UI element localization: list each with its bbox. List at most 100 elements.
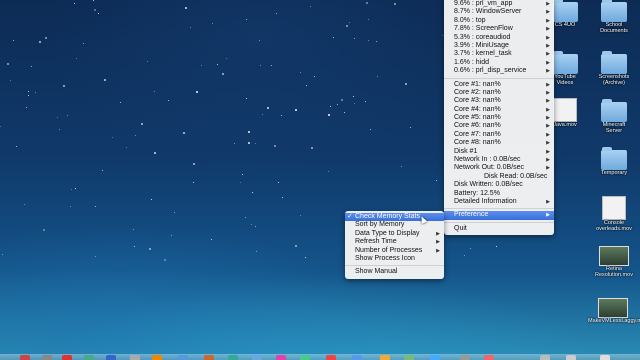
menu-item-process[interactable]: 3.7% : kernel_task ▶ (444, 50, 554, 58)
dock-app-icon[interactable] (106, 355, 116, 360)
dock-app-icon[interactable] (352, 355, 362, 360)
dock-app-icon[interactable] (42, 355, 52, 360)
desktop-icon-label: School Documents (600, 22, 628, 34)
chevron-right-icon: ▶ (546, 98, 550, 105)
menu-item-process[interactable]: 9.6% : prl_vm_app ▶ (444, 0, 554, 8)
dock-app-icon[interactable] (152, 355, 162, 360)
dock-app-icon[interactable] (276, 355, 286, 360)
menu-item-process[interactable]: 1.6% : hidd ▶ (444, 59, 554, 67)
menu-item-process[interactable]: 3.9% : MiniUsage ▶ (444, 42, 554, 50)
dock-app-icon[interactable] (20, 355, 30, 360)
submenu-item-data-type-to-display[interactable]: Data Type to Display ▶ (345, 230, 444, 238)
star (256, 251, 257, 252)
star (183, 132, 185, 134)
submenu-item-number-of-processes[interactable]: Number of Processes ▶ (345, 247, 444, 255)
star (377, 76, 378, 77)
desktop-icon-school-documents[interactable]: School Documents (594, 0, 634, 34)
dock-app-icon[interactable] (62, 355, 72, 360)
menu-item-preference[interactable]: Preference ▶ (444, 211, 554, 220)
dock-app-icon[interactable] (326, 355, 336, 360)
star (226, 58, 227, 59)
submenu-item-refresh-time[interactable]: Refresh Time ▶ (345, 238, 444, 246)
menu-item-process[interactable]: 8.0% : top ▶ (444, 17, 554, 25)
menu-item-core-2[interactable]: Core #2: nan% ▶ (444, 89, 554, 97)
dock-app-icon[interactable] (404, 355, 414, 360)
submenu-item-show-process-icon[interactable]: Show Process Icon (345, 255, 444, 263)
dock-app-icon[interactable] (204, 355, 214, 360)
dock-app-icon[interactable] (566, 355, 576, 360)
star (271, 65, 272, 66)
menu-item-core-1[interactable]: Core #1: nan% ▶ (444, 81, 554, 89)
menu-item-core-3[interactable]: Core #3: nan% ▶ (444, 97, 554, 105)
menu-item-quit[interactable]: Quit (444, 225, 554, 233)
submenu-item-check-memory-stats[interactable]: ✓ Check Memory Stats (345, 213, 444, 222)
menu-item-network-in[interactable]: Network In : 0.0B/sec ▶ (444, 156, 554, 164)
trash-icon[interactable] (600, 355, 610, 360)
dock-app-icon[interactable] (430, 355, 440, 360)
desktop-icon-temporary[interactable]: Temporary (594, 147, 634, 176)
chevron-right-icon: ▶ (546, 148, 550, 155)
menu-item-process[interactable]: 0.6% : prl_disp_service ▶ (444, 67, 554, 75)
menu-item-disk-written[interactable]: Disk Written: 0.0B/sec (444, 181, 554, 189)
desktop-icon-makevmlesslaggy[interactable]: MakeVMLessLaggy.mov (588, 298, 640, 324)
dock-app-icon[interactable] (484, 355, 494, 360)
star (93, 0, 94, 1)
star (368, 40, 369, 41)
star (0, 126, 1, 127)
menu-item-core-8[interactable]: Core #8: nan% ▶ (444, 139, 554, 147)
submenu-item-show-manual[interactable]: Show Manual (345, 268, 444, 276)
menu-item-disk-1[interactable]: Disk #1 ▶ (444, 148, 554, 156)
menu-item-disk-read[interactable]: Disk Read: 0.0B/sec (444, 173, 554, 181)
star (306, 85, 307, 86)
desktop-icon-retina-resolution[interactable]: Retina Resolution.mov (592, 246, 636, 278)
dock-app-icon[interactable] (84, 355, 94, 360)
dock-app-icon[interactable] (130, 355, 140, 360)
star (246, 19, 247, 20)
star (401, 166, 402, 167)
star (31, 66, 32, 67)
star (259, 40, 260, 41)
star (193, 182, 194, 183)
star (10, 80, 11, 81)
star (353, 96, 354, 97)
menu-item-detailed-information[interactable]: Detailed Information ▶ (444, 198, 554, 206)
star (94, 9, 96, 11)
star (394, 3, 396, 5)
menu-item-core-4[interactable]: Core #4: nan% ▶ (444, 106, 554, 114)
menu-item-process[interactable]: 8.7% : WindowServer ▶ (444, 8, 554, 16)
checkmark-icon: ✓ (347, 213, 353, 220)
star (246, 98, 247, 99)
dock-app-icon[interactable] (178, 355, 188, 360)
desktop-icon-screenshots[interactable]: Screenshots (Archive) (594, 51, 634, 86)
menu-item-core-7[interactable]: Core #7: nan% ▶ (444, 131, 554, 139)
star (154, 91, 155, 92)
dock-app-icon[interactable] (228, 355, 238, 360)
chevron-right-icon: ▶ (546, 89, 550, 96)
menu-item-core-5[interactable]: Core #5: nan% ▶ (444, 114, 554, 122)
dock-app-icon[interactable] (460, 355, 470, 360)
star (135, 135, 136, 136)
submenu-item-sort-by-memory[interactable]: Sort by Memory (345, 221, 444, 229)
dock-app-icon[interactable] (540, 355, 550, 360)
menu-item-process[interactable]: 5.3% : coreaudiod ▶ (444, 34, 554, 42)
desktop-icon-minecraft-server[interactable]: Minecraft Server (594, 99, 634, 134)
chevron-right-icon: ▶ (436, 239, 440, 246)
star (7, 63, 9, 65)
folder-icon (601, 0, 627, 22)
menu-item-battery[interactable]: Battery: 12.5% (444, 190, 554, 198)
dock-app-icon[interactable] (252, 355, 262, 360)
dock-app-icon[interactable] (380, 355, 390, 360)
star (174, 212, 175, 213)
dock-app-icon[interactable] (300, 355, 310, 360)
chevron-right-icon: ▶ (546, 157, 550, 164)
dock (0, 354, 640, 360)
desktop-icon-console-overleads[interactable]: Console overleads.mov (594, 196, 634, 232)
menu-item-network-out[interactable]: Network Out: 0.0B/sec ▶ (444, 164, 554, 172)
star (67, 115, 68, 116)
menu-item-core-6[interactable]: Core #6: nan% ▶ (444, 122, 554, 130)
chevron-right-icon: ▶ (546, 59, 550, 66)
star (95, 206, 96, 207)
desktop-background: CS 4UO School Documents YouTube Videos S… (0, 0, 640, 360)
menu-item-process[interactable]: 7.8% : ScreenFlow ▶ (444, 25, 554, 33)
star (349, 22, 350, 23)
